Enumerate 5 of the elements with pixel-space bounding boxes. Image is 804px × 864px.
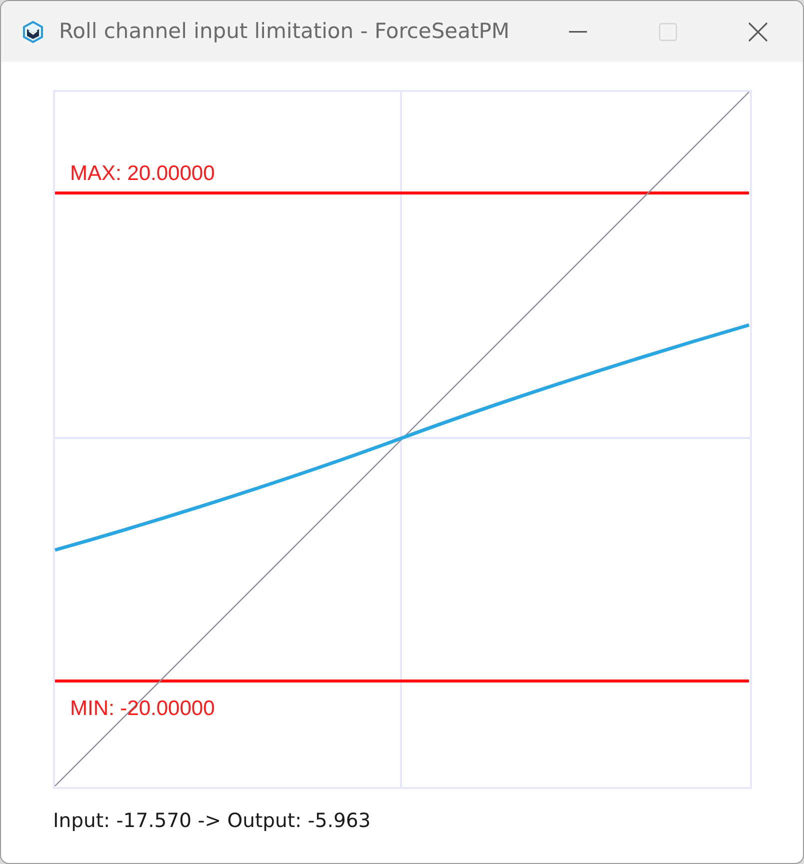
- max-label: MAX: 20.00000: [70, 163, 215, 184]
- window-title: Roll channel input limitation - ForceSeatPM: [59, 18, 510, 45]
- status-text: Input: -17.570 -> Output: -5.963: [53, 808, 371, 834]
- min-label: MIN: -20.00000: [70, 698, 215, 719]
- cube-icon: [23, 20, 43, 42]
